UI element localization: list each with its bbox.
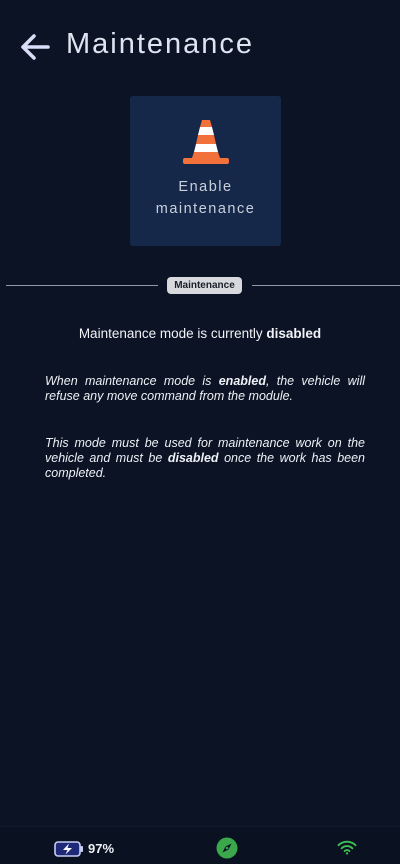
section-divider-left <box>6 285 158 286</box>
status-value: disabled <box>266 326 322 341</box>
enable-maintenance-button[interactable]: Enable maintenance <box>130 96 281 246</box>
info-paragraph-enabled: When maintenance mode is enabled, the ve… <box>45 374 365 404</box>
status-prefix: Maintenance mode is currently <box>78 326 267 341</box>
compass-icon <box>216 837 238 859</box>
enable-maintenance-label: Enable maintenance <box>130 176 281 220</box>
info-p2-emphasis: disabled <box>167 451 219 465</box>
back-button[interactable] <box>18 30 52 64</box>
app-header: Maintenance <box>0 0 400 92</box>
enable-label-line2: maintenance <box>155 201 256 217</box>
battery-charging-icon <box>54 841 83 857</box>
wifi-icon <box>337 840 357 855</box>
section-divider-right <box>252 285 400 286</box>
page-title: Maintenance <box>66 28 255 60</box>
info-p1-text-a: When maintenance mode is <box>45 374 219 388</box>
enable-label-line1: Enable <box>178 179 233 195</box>
battery-percent: 97% <box>88 841 115 856</box>
compass-button[interactable] <box>216 837 238 859</box>
info-paragraph-usage: This mode must be used for maintenance w… <box>45 436 365 481</box>
arrow-left-icon <box>21 34 50 60</box>
maintenance-status-text: Maintenance mode is currently disabled <box>0 326 400 341</box>
battery-status: 97% <box>54 840 124 858</box>
traffic-cone-icon <box>183 120 229 164</box>
section-badge: Maintenance <box>167 277 242 294</box>
info-p1-emphasis: enabled <box>218 374 266 388</box>
bottom-status-bar: 97% <box>0 826 400 864</box>
